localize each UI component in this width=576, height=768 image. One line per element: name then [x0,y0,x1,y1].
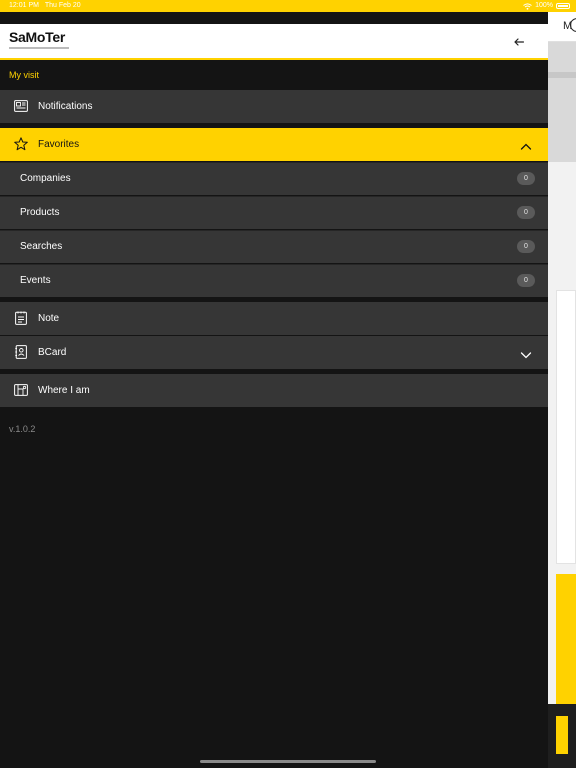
list-item-label: Companies [20,173,71,184]
menu-item-label: BCard [38,347,67,358]
background-app-tab-highlight [556,716,568,754]
app-version: v.1.0.2 [9,424,36,434]
list-item-label: Searches [20,241,63,252]
menu-item-notifications[interactable]: Notifications [0,90,548,123]
count-badge: 0 [517,206,535,219]
wifi-icon [523,3,532,10]
menu-item-label: Where I am [38,385,90,396]
status-bar: 12:01 PM Thu Feb 20 100% [0,0,576,12]
contact-card-icon [14,345,28,359]
list-item-label: Events [20,275,51,286]
favorites-item-companies[interactable]: Companies 0 [0,162,548,195]
menu-item-note[interactable]: Note [0,302,548,335]
count-badge: 0 [517,274,535,287]
navigation-drawer: SaMoTer My visit Notifications Favorites… [0,12,548,768]
background-app-divider [548,72,576,78]
section-label-my-visit: My visit [9,70,39,80]
menu-item-favorites[interactable]: Favorites [0,128,548,161]
logo-tagline-line [9,47,69,49]
star-icon [14,137,28,151]
battery-percent: 100% [535,2,553,9]
status-date: Thu Feb 20 [44,2,81,9]
status-right: 100% [523,0,570,12]
status-time-date: 12:01 PM Thu Feb 20 [9,0,81,12]
count-badge: 0 [517,240,535,253]
newspaper-icon [14,99,28,113]
menu-item-where-i-am[interactable]: Where I am [0,374,548,407]
drawer-header: SaMoTer [0,24,548,60]
battery-icon [556,3,570,9]
count-badge: 0 [517,172,535,185]
favorites-item-searches[interactable]: Searches 0 [0,230,548,263]
samoter-logo: SaMoTer [9,30,69,49]
home-indicator[interactable] [200,760,376,763]
chevron-up-icon[interactable] [520,139,532,150]
logo-text: SaMoTer [9,29,65,45]
background-app-banner [548,42,576,162]
background-app-card [556,290,576,564]
arrow-left-icon [514,38,524,46]
background-app-yellow-panel [556,574,576,704]
favorites-item-products[interactable]: Products 0 [0,196,548,229]
back-button[interactable] [510,33,528,51]
menu-item-label: Notifications [38,101,93,112]
favorites-item-events[interactable]: Events 0 [0,264,548,297]
background-app-header: M [548,12,576,42]
menu-item-bcard[interactable]: BCard [0,336,548,369]
menu-item-label: Favorites [38,139,80,150]
map-icon [14,383,28,397]
status-time: 12:01 PM [9,2,39,9]
chevron-down-icon[interactable] [520,347,532,359]
notepad-icon [14,311,28,325]
menu-item-label: Note [38,313,60,324]
background-app[interactable]: M [548,12,576,768]
list-item-label: Products [20,207,60,218]
